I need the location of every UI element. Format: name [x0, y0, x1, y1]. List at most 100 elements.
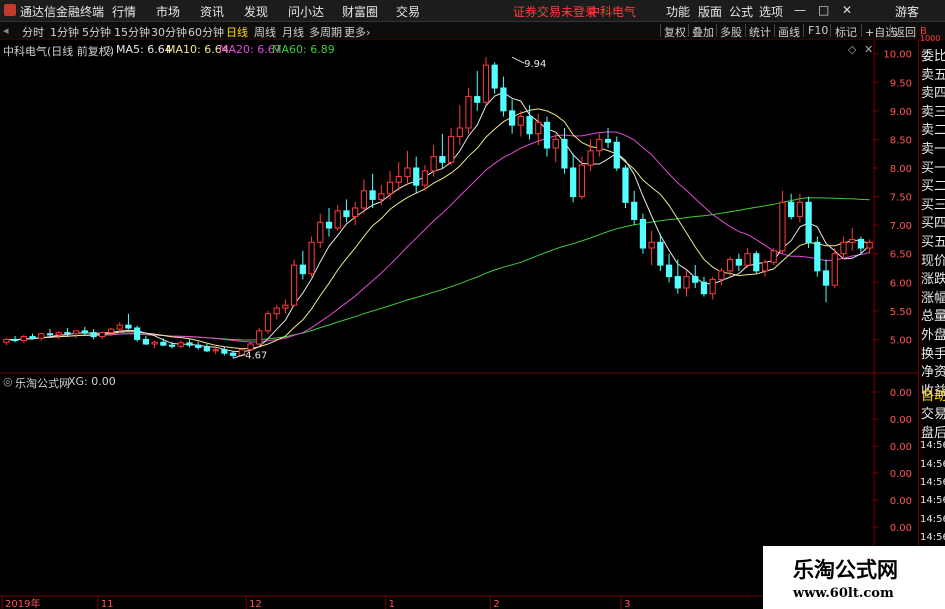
candle-body — [195, 344, 202, 348]
candle-body — [570, 167, 577, 198]
candle-body — [343, 210, 350, 218]
tab-more[interactable]: 更多› — [344, 24, 370, 40]
indicator-tick-label: 0.00 — [890, 442, 912, 453]
candle-body — [378, 193, 385, 200]
tool-duogu[interactable]: 多股 — [720, 24, 742, 40]
candle-body — [186, 342, 193, 346]
menu-item-zixun[interactable]: 资讯 — [200, 3, 224, 20]
candle-body — [718, 270, 725, 280]
menu-item-wenxiaoda[interactable]: 问小达 — [288, 3, 324, 20]
candle-body — [81, 330, 88, 334]
side-lower-label: 交易 — [921, 407, 945, 423]
watermark-title: 乐淘公式网 — [793, 558, 898, 582]
candle-body — [413, 167, 420, 186]
candle-body — [814, 241, 821, 272]
menu-item-gongshi[interactable]: 公式 — [729, 3, 753, 20]
tool-huaxian[interactable]: 画线 — [778, 24, 800, 40]
candle-body — [543, 121, 551, 149]
legend-ma5: MA5: 6.64 — [116, 43, 172, 56]
candle-body — [631, 201, 638, 220]
tab-15min[interactable]: 15分钟 — [114, 24, 150, 40]
candle-body — [578, 164, 585, 198]
candle-body — [273, 307, 280, 315]
indicator-tick-label: 0.00 — [890, 496, 912, 507]
candle-body — [831, 253, 838, 286]
candle-body — [822, 270, 830, 286]
candle-body — [116, 324, 123, 330]
candle-body — [439, 156, 446, 163]
tab-60min[interactable]: 60分钟 — [188, 24, 224, 40]
tool-back[interactable]: 返回 — [894, 24, 916, 40]
indicator-tick-label: 0.00 — [890, 523, 912, 534]
menu-item-jiaoyi[interactable]: 交易 — [396, 3, 420, 20]
tab-1min[interactable]: 1分钟 — [50, 24, 79, 40]
candle-body — [596, 138, 603, 152]
candle-body — [38, 333, 45, 339]
candle-body — [753, 253, 760, 272]
side-label: 买五 — [921, 235, 945, 250]
candle-body — [308, 241, 315, 275]
candle-body — [500, 87, 507, 112]
y-tick-label: 9.00 — [890, 107, 912, 118]
candle-body — [29, 336, 36, 339]
watermark: 乐淘公式网 www.60lt.com — [763, 546, 945, 609]
candle-body — [866, 241, 873, 249]
tab-daily[interactable]: 日线 — [226, 24, 248, 40]
candle-body — [64, 332, 71, 335]
tab-weekly[interactable]: 周线 — [254, 24, 276, 40]
indicator-settings-icon[interactable]: ◎ — [3, 375, 13, 388]
tool-diejia[interactable]: 叠加 — [692, 24, 714, 40]
user-label[interactable]: 游客 — [895, 3, 919, 20]
tab-multi-period[interactable]: 多周期 — [309, 24, 342, 40]
candle-body — [3, 338, 10, 343]
tool-add-favorite[interactable]: +自选 — [865, 24, 896, 40]
side-label: 委比 — [921, 49, 945, 64]
side-label: 涨幅 — [921, 290, 945, 306]
legend-settings-icon[interactable]: ◎ — [104, 43, 114, 56]
tool-biaoji[interactable]: 标记 — [835, 24, 857, 40]
tool-tongji[interactable]: 统计 — [749, 24, 771, 40]
quote-side-panel: B 1000 委比 卖五 卖四 卖三 卖二 卖一 买一 买二 买三 买四 买五 现价 涨跌 涨幅 总量 外盘换… — [918, 26, 945, 609]
ma5-line — [6, 92, 870, 353]
side-lower-label: 14:56 — [920, 495, 945, 507]
indicator-tick-label: 0.00 — [890, 388, 912, 399]
tool-f10[interactable]: F10 — [808, 24, 828, 37]
toolbar-back-icon[interactable]: ◂ — [3, 24, 9, 37]
ma20-line — [6, 131, 870, 343]
candle-body — [247, 343, 254, 351]
candle-body — [430, 156, 437, 172]
candle-body — [770, 250, 777, 263]
menu-item-xuanxiang[interactable]: 选项 — [759, 3, 783, 20]
menu-item-faxian[interactable]: 发现 — [244, 3, 268, 20]
menu-item-banmian[interactable]: 版面 — [698, 3, 722, 20]
menu-item-caifuquan[interactable]: 财富圈 — [342, 3, 378, 20]
candle-body — [334, 210, 341, 229]
tab-30min[interactable]: 30分钟 — [151, 24, 187, 40]
tool-fuquan[interactable]: 复权 — [664, 24, 686, 40]
side-lower-label: 14:56 — [920, 458, 945, 470]
annotation-label: 9.94 — [524, 59, 546, 70]
menu-item-hangqing[interactable]: 行情 — [112, 3, 136, 20]
side-lower-label: 盘后 — [921, 425, 945, 441]
y-tick-label: 9.50 — [890, 78, 912, 89]
minimize-button[interactable]: — — [794, 3, 806, 17]
candle-body — [55, 332, 62, 336]
tab-fenshi[interactable]: 分时 — [22, 24, 44, 40]
candle-body — [369, 190, 376, 200]
candle-body — [73, 330, 80, 335]
candle-body — [700, 281, 708, 295]
tab-monthly[interactable]: 月线 — [282, 24, 304, 40]
candle-body — [203, 346, 211, 352]
candle-body — [788, 201, 795, 218]
chart-options-icon[interactable]: ◇ — [848, 43, 856, 56]
chart-close-icon[interactable]: ✕ — [864, 43, 873, 56]
y-tick-label: 8.00 — [890, 164, 912, 175]
close-button[interactable]: ✕ — [842, 3, 852, 17]
menu-item-shichang[interactable]: 市场 — [156, 3, 180, 20]
maximize-button[interactable]: □ — [818, 3, 829, 17]
tab-5min[interactable]: 5分钟 — [82, 24, 111, 40]
trade-status[interactable]: 证券交易未登录 — [513, 3, 597, 20]
candle-body — [517, 116, 524, 126]
menu-item-gongneng[interactable]: 功能 — [666, 3, 690, 20]
candle-body — [613, 141, 620, 169]
